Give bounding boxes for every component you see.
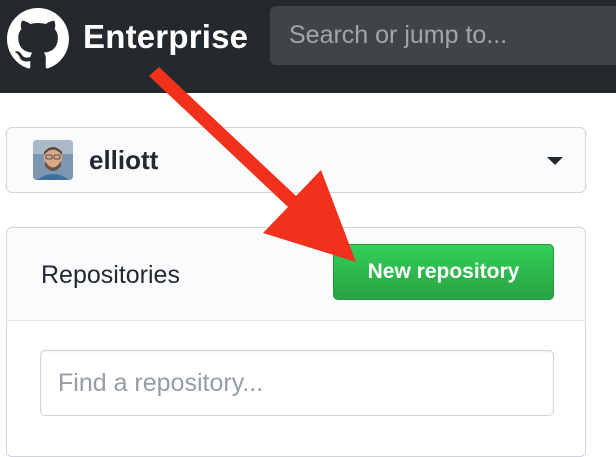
- top-header: Enterprise: [0, 0, 616, 93]
- global-search[interactable]: [270, 6, 616, 65]
- find-repository-input[interactable]: [40, 350, 554, 416]
- avatar-image: [33, 140, 73, 180]
- account-username: elliott: [89, 145, 159, 175]
- brand-title: Enterprise: [83, 18, 249, 55]
- caret-down-icon[interactable]: [547, 157, 563, 165]
- search-input[interactable]: [287, 20, 616, 51]
- repositories-panel: Repositories New repository: [6, 227, 586, 457]
- new-repository-button[interactable]: New repository: [333, 244, 554, 300]
- avatar: [33, 140, 73, 180]
- github-octocat-icon[interactable]: [7, 8, 69, 70]
- repositories-title: Repositories: [41, 261, 180, 289]
- account-switcher[interactable]: elliott: [6, 127, 586, 193]
- repositories-header: Repositories New repository: [7, 228, 585, 321]
